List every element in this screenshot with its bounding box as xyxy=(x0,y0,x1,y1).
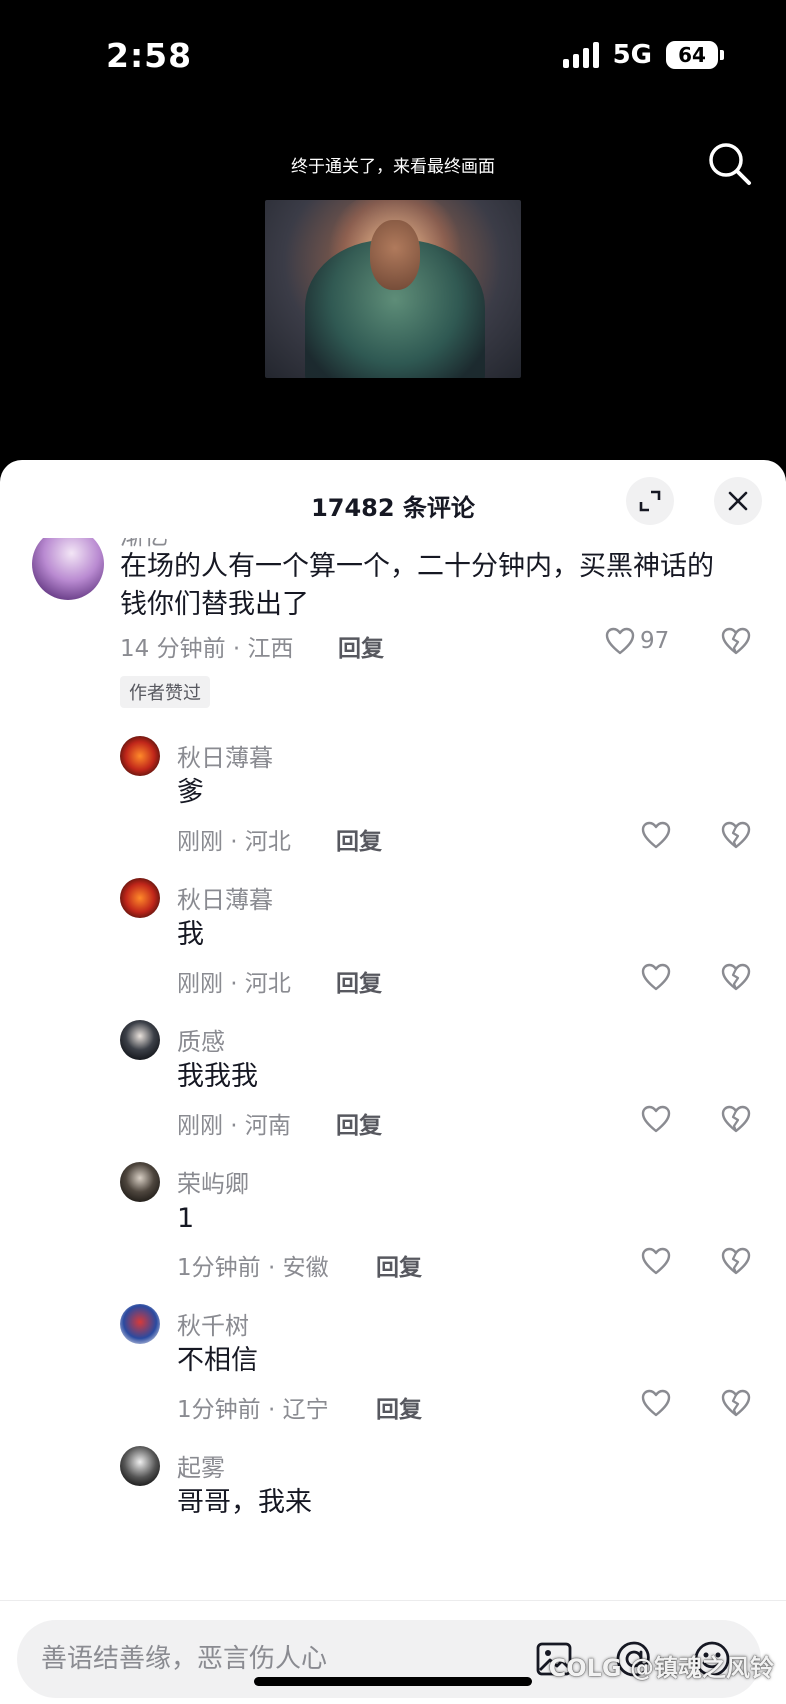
like-button[interactable] xyxy=(640,1246,672,1276)
avatar[interactable] xyxy=(120,1304,160,1344)
expand-icon xyxy=(639,490,661,512)
like-button[interactable] xyxy=(640,962,672,992)
comment-meta: 14 分钟前 · 江西 xyxy=(120,636,294,662)
broken-heart-icon xyxy=(721,963,751,991)
close-icon xyxy=(728,491,748,511)
comment-meta: 刚刚 · 河南 xyxy=(177,1113,291,1139)
heart-icon xyxy=(641,1389,671,1417)
comment-input[interactable] xyxy=(41,1638,521,1680)
like-count: 97 xyxy=(640,628,670,654)
search-button[interactable] xyxy=(706,140,754,188)
network-type: 5G xyxy=(612,40,652,70)
dislike-button[interactable] xyxy=(720,1104,752,1138)
search-icon xyxy=(709,143,751,185)
like-button[interactable] xyxy=(640,1104,672,1134)
comment-username[interactable]: 质感 xyxy=(177,1022,225,1057)
expand-button[interactable] xyxy=(626,477,674,525)
heart-icon xyxy=(641,1247,671,1275)
like-button[interactable] xyxy=(640,1388,672,1418)
reply-button[interactable]: 回复 xyxy=(376,1390,422,1424)
avatar[interactable] xyxy=(120,1446,160,1486)
cellular-signal-icon xyxy=(562,42,599,68)
reply-button[interactable]: 回复 xyxy=(336,822,382,856)
dislike-button[interactable] xyxy=(720,1388,752,1422)
status-time: 2:58 xyxy=(106,36,193,75)
comment-sheet: 17482 条评论 渐忆 在场的人有一个算一个，二十分钟内，买黑神话的钱你们替我… xyxy=(0,460,786,1704)
dislike-button[interactable] xyxy=(720,1246,752,1280)
avatar[interactable] xyxy=(120,878,160,918)
heart-icon xyxy=(641,963,671,991)
heart-icon xyxy=(605,627,635,655)
status-indicators: 5G 64 xyxy=(562,40,724,70)
comment-text[interactable]: 爹 xyxy=(177,774,204,812)
comment-meta: 1分钟前 · 辽宁 xyxy=(177,1397,329,1423)
broken-heart-icon xyxy=(721,627,751,655)
comment-meta: 刚刚 · 河北 xyxy=(177,971,291,997)
comment-list[interactable]: 渐忆 在场的人有一个算一个，二十分钟内，买黑神话的钱你们替我出了 14 分钟前 … xyxy=(0,538,786,1600)
dislike-button[interactable] xyxy=(720,962,752,996)
broken-heart-icon xyxy=(721,821,751,849)
video-thumbnail[interactable] xyxy=(265,200,521,378)
heart-icon xyxy=(641,821,671,849)
comment-text[interactable]: 1 xyxy=(177,1200,194,1238)
comment-username[interactable]: 荣屿卿 xyxy=(177,1164,249,1199)
avatar[interactable] xyxy=(120,1162,160,1202)
watermark: COLG @镇魂之风铃 xyxy=(548,1654,774,1682)
video-caption: 终于通关了，来看最终画面 xyxy=(291,157,495,177)
author-liked-badge: 作者赞过 xyxy=(120,676,210,708)
comment-text[interactable]: 在场的人有一个算一个，二十分钟内，买黑神话的钱你们替我出了 xyxy=(120,548,740,624)
broken-heart-icon xyxy=(721,1105,751,1133)
avatar[interactable] xyxy=(120,736,160,776)
comment-username[interactable]: 秋日薄暮 xyxy=(177,738,273,773)
dislike-button[interactable] xyxy=(720,820,752,854)
reply-button[interactable]: 回复 xyxy=(376,1248,422,1282)
close-button[interactable] xyxy=(714,477,762,525)
avatar[interactable] xyxy=(32,538,104,600)
reply-button[interactable]: 回复 xyxy=(336,1106,382,1140)
comment-meta: 刚刚 · 河北 xyxy=(177,829,291,855)
avatar[interactable] xyxy=(120,1020,160,1060)
like-button[interactable] xyxy=(640,820,672,850)
comment-username[interactable]: 秋千树 xyxy=(177,1306,249,1341)
heart-icon xyxy=(641,1105,671,1133)
comment-text[interactable]: 我 xyxy=(177,916,204,954)
like-button[interactable]: 97 xyxy=(604,626,669,656)
home-indicator[interactable] xyxy=(254,1677,532,1686)
battery-icon: 64 xyxy=(666,41,724,69)
comment-username[interactable]: 秋日薄暮 xyxy=(177,880,273,915)
battery-level: 64 xyxy=(666,41,718,69)
broken-heart-icon xyxy=(721,1389,751,1417)
comment-username[interactable]: 起雾 xyxy=(177,1448,225,1483)
broken-heart-icon xyxy=(721,1247,751,1275)
comment-meta: 1分钟前 · 安徽 xyxy=(177,1255,329,1281)
comment-text[interactable]: 哥哥，我来 xyxy=(177,1484,312,1522)
divider xyxy=(0,1600,786,1601)
comment-text[interactable]: 不相信 xyxy=(177,1342,258,1380)
reply-button[interactable]: 回复 xyxy=(338,629,384,663)
reply-button[interactable]: 回复 xyxy=(336,964,382,998)
dislike-button[interactable] xyxy=(720,626,752,660)
comment-text[interactable]: 我我我 xyxy=(177,1058,258,1096)
